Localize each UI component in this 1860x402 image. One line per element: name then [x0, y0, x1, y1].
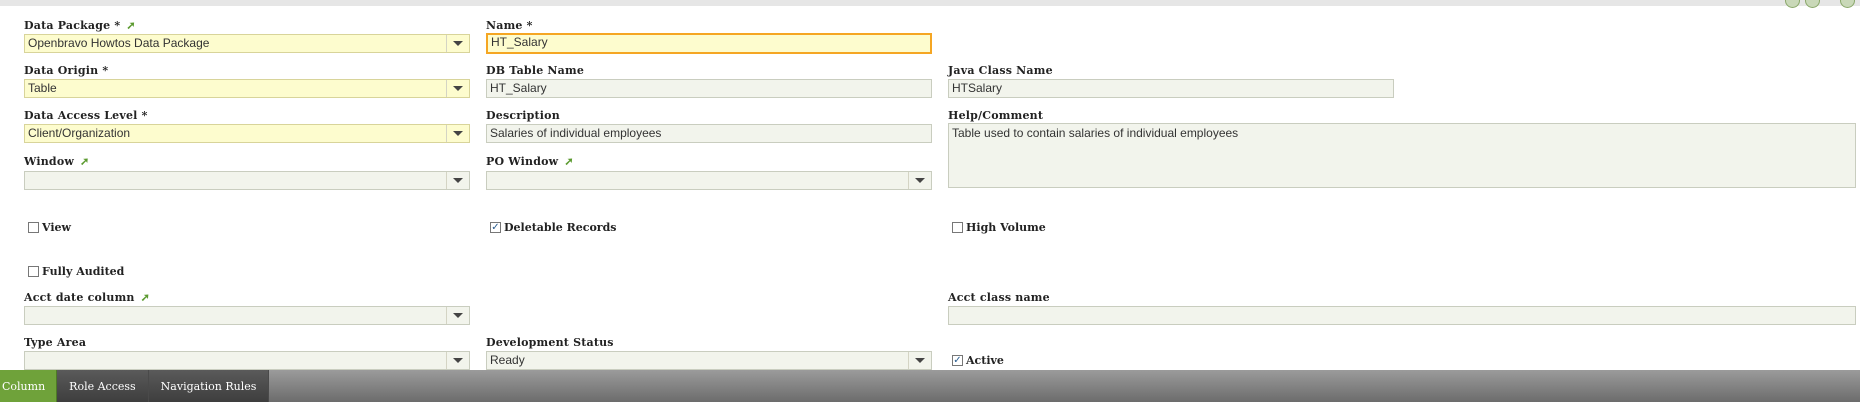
- chevron-down-icon[interactable]: [446, 352, 469, 369]
- link-arrow-icon[interactable]: ➚: [126, 19, 135, 32]
- chevron-down-icon[interactable]: [446, 307, 469, 324]
- fully-audited-checkbox-label: Fully Audited: [42, 265, 125, 278]
- high-volume-checkbox[interactable]: High Volume: [952, 221, 1046, 234]
- help-comment-label: Help/Comment: [948, 109, 1044, 122]
- po-window-select[interactable]: [486, 171, 932, 190]
- tab-navigation-rules[interactable]: Navigation Rules: [148, 370, 270, 402]
- table-form: Data Package * ➚ Openbravo Howtos Data Pa…: [0, 0, 1860, 370]
- description-input[interactable]: Salaries of individual employees: [486, 124, 932, 143]
- type-area-select[interactable]: [24, 351, 470, 370]
- chevron-down-icon[interactable]: [446, 172, 469, 189]
- chevron-down-icon[interactable]: [446, 80, 469, 97]
- child-tab-bar: Column Role Access Navigation Rules: [0, 370, 1860, 402]
- java-class-name-value: HTSalary: [952, 81, 1003, 95]
- checkbox-box[interactable]: [28, 222, 39, 233]
- chevron-down-icon[interactable]: [446, 35, 469, 52]
- tab-column[interactable]: Column: [0, 370, 58, 402]
- po-window-label: PO Window ➚: [486, 155, 574, 168]
- db-table-name-value: HT_Salary: [490, 81, 547, 95]
- chevron-down-icon[interactable]: [908, 352, 931, 369]
- development-status-value: Ready: [490, 353, 525, 367]
- name-input[interactable]: HT_Salary: [486, 33, 932, 54]
- fully-audited-checkbox[interactable]: Fully Audited: [28, 265, 124, 278]
- db-table-name-input[interactable]: HT_Salary: [486, 79, 932, 98]
- view-checkbox[interactable]: View: [28, 221, 71, 234]
- data-package-select[interactable]: Openbravo Howtos Data Package: [24, 34, 470, 53]
- window-select[interactable]: [24, 171, 470, 190]
- acct-class-name-label: Acct class name: [948, 291, 1050, 304]
- checkbox-box[interactable]: [28, 266, 39, 277]
- acct-class-name-input[interactable]: [948, 306, 1856, 325]
- high-volume-checkbox-label: High Volume: [966, 221, 1046, 234]
- data-access-level-value: Client/Organization: [28, 126, 131, 140]
- data-access-level-label: Data Access Level *: [24, 109, 148, 122]
- active-checkbox-label: Active: [966, 354, 1004, 367]
- deletable-records-checkbox[interactable]: ✓ Deletable Records: [490, 221, 616, 234]
- active-checkbox[interactable]: ✓ Active: [952, 354, 1004, 367]
- check-icon[interactable]: ✓: [952, 355, 963, 366]
- link-arrow-icon[interactable]: ➚: [80, 155, 89, 168]
- view-checkbox-label: View: [42, 221, 71, 234]
- java-class-name-label: Java Class Name: [948, 64, 1053, 77]
- java-class-name-input[interactable]: HTSalary: [948, 79, 1394, 98]
- chevron-down-icon[interactable]: [446, 125, 469, 142]
- data-access-level-select[interactable]: Client/Organization: [24, 124, 470, 143]
- data-package-value: Openbravo Howtos Data Package: [28, 36, 210, 50]
- chevron-down-icon[interactable]: [908, 172, 931, 189]
- type-area-label: Type Area: [24, 336, 87, 349]
- development-status-label: Development Status: [486, 336, 614, 349]
- data-origin-label: Data Origin *: [24, 64, 109, 77]
- description-label: Description: [486, 109, 560, 122]
- data-package-label: Data Package * ➚: [24, 19, 136, 32]
- acct-date-column-label: Acct date column ➚: [24, 291, 151, 304]
- acct-date-column-select[interactable]: [24, 306, 470, 325]
- data-origin-value: Table: [28, 81, 57, 95]
- deletable-records-checkbox-label: Deletable Records: [504, 221, 617, 234]
- link-arrow-icon[interactable]: ➚: [141, 291, 150, 304]
- name-label: Name *: [486, 19, 533, 32]
- help-comment-textarea[interactable]: Table used to contain salaries of indivi…: [948, 123, 1856, 188]
- development-status-select[interactable]: Ready: [486, 351, 932, 370]
- description-value: Salaries of individual employees: [490, 126, 662, 140]
- help-comment-value: Table used to contain salaries of indivi…: [952, 126, 1239, 140]
- tab-role-access[interactable]: Role Access: [57, 370, 149, 402]
- data-origin-select[interactable]: Table: [24, 79, 470, 98]
- checkbox-box[interactable]: [952, 222, 963, 233]
- window-label: Window ➚: [24, 155, 90, 168]
- check-icon[interactable]: ✓: [490, 222, 501, 233]
- link-arrow-icon[interactable]: ➚: [564, 155, 573, 168]
- db-table-name-label: DB Table Name: [486, 64, 585, 77]
- name-value: HT_Salary: [491, 35, 548, 49]
